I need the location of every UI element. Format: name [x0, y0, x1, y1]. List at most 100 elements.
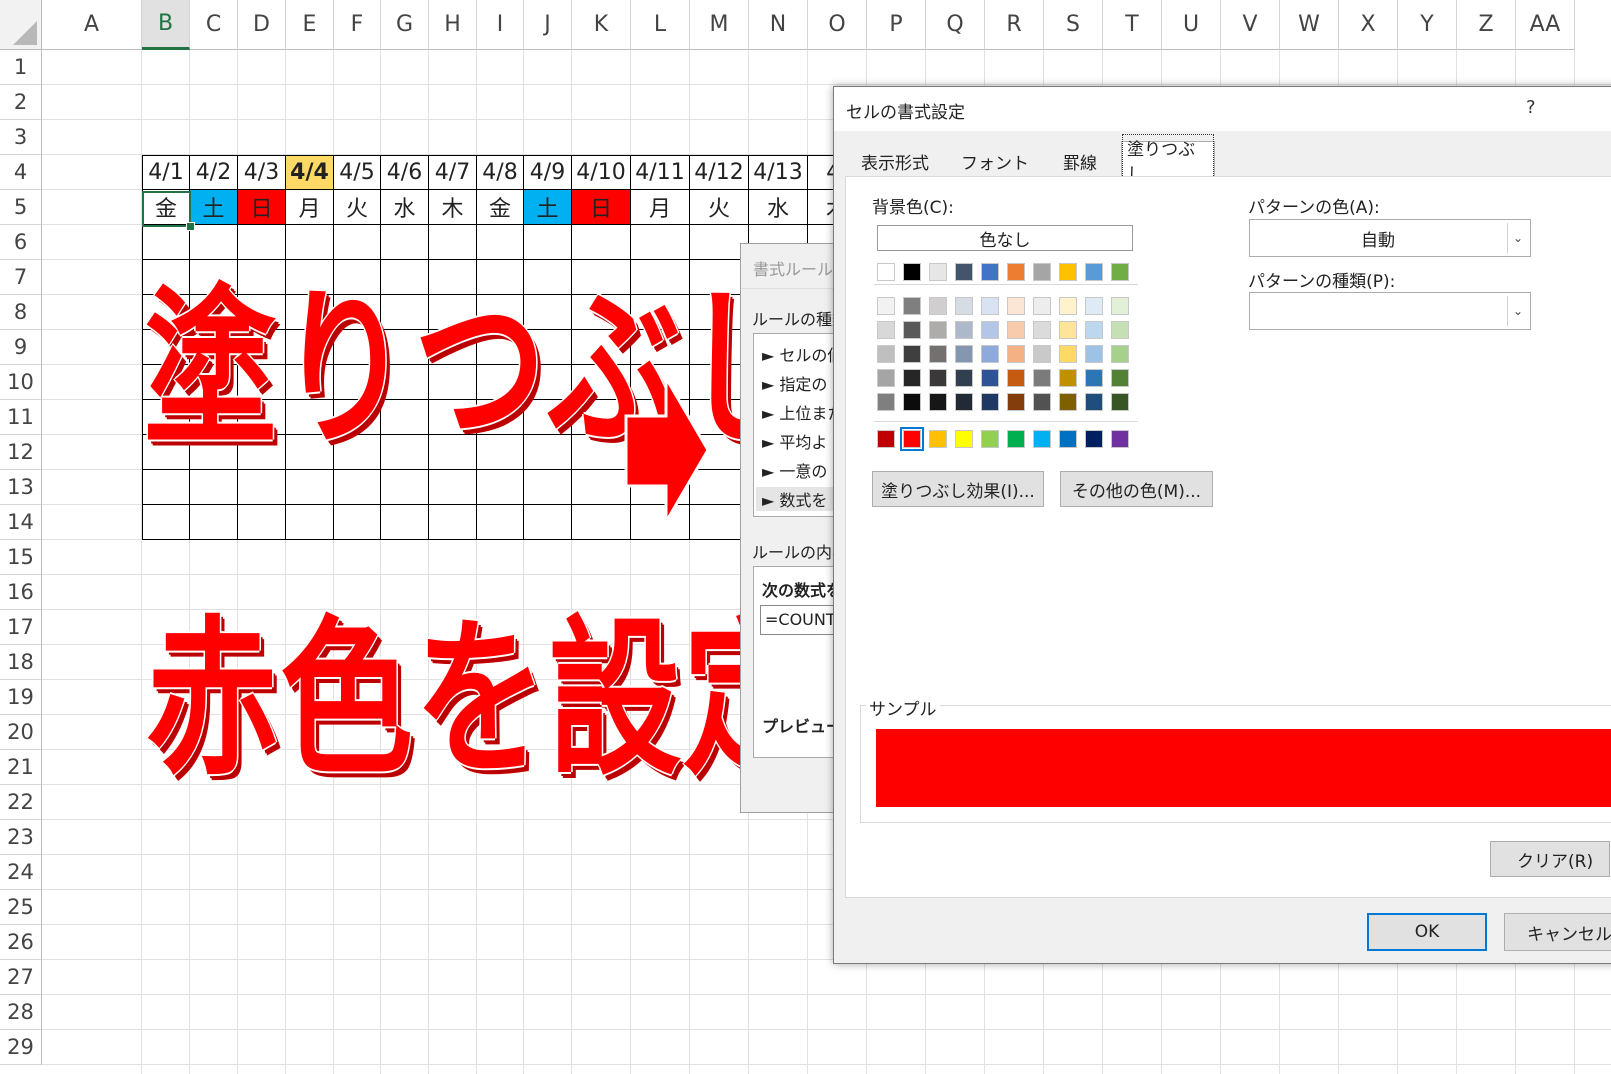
rule-type-item[interactable]: ► 一意の: [762, 458, 827, 482]
schedule-cell[interactable]: [142, 225, 190, 260]
color-swatch[interactable]: [1059, 430, 1077, 448]
date-cell[interactable]: 4/7: [429, 155, 477, 190]
row-header[interactable]: 7: [0, 260, 42, 295]
schedule-cell[interactable]: [524, 470, 572, 505]
color-swatch[interactable]: [955, 263, 973, 281]
clear-button[interactable]: クリア(R): [1490, 841, 1610, 877]
weekday-cell[interactable]: 水: [381, 190, 429, 225]
row-header[interactable]: 1: [0, 50, 42, 85]
row-header[interactable]: 16: [0, 575, 42, 610]
date-cell[interactable]: 4/8: [477, 155, 524, 190]
schedule-cell[interactable]: [334, 470, 381, 505]
row-header[interactable]: 20: [0, 715, 42, 750]
color-swatch[interactable]: [1059, 369, 1077, 387]
row-header[interactable]: 28: [0, 995, 42, 1030]
date-cell[interactable]: 4/10: [572, 155, 631, 190]
color-swatch[interactable]: [1111, 321, 1129, 339]
column-header[interactable]: G: [381, 0, 429, 50]
color-swatch[interactable]: [929, 369, 947, 387]
color-swatch[interactable]: [1033, 297, 1051, 315]
schedule-cell[interactable]: [429, 505, 477, 540]
schedule-cell[interactable]: [381, 505, 429, 540]
schedule-cell[interactable]: [572, 225, 631, 260]
cancel-button[interactable]: キャンセル: [1504, 913, 1611, 951]
schedule-cell[interactable]: [238, 505, 286, 540]
color-swatch[interactable]: [877, 430, 895, 448]
weekday-cell[interactable]: 土: [190, 190, 238, 225]
column-header[interactable]: I: [477, 0, 524, 50]
column-header[interactable]: V: [1221, 0, 1280, 50]
ok-button[interactable]: OK: [1367, 913, 1487, 951]
row-header[interactable]: 14: [0, 505, 42, 540]
row-header[interactable]: 19: [0, 680, 42, 715]
color-swatch[interactable]: [981, 263, 999, 281]
color-swatch[interactable]: [1111, 263, 1129, 281]
weekday-cell[interactable]: 火: [690, 190, 749, 225]
column-header[interactable]: M: [690, 0, 749, 50]
schedule-cell[interactable]: [381, 225, 429, 260]
color-swatch[interactable]: [1007, 369, 1025, 387]
row-header[interactable]: 12: [0, 435, 42, 470]
color-swatch[interactable]: [1059, 321, 1077, 339]
schedule-cell[interactable]: [572, 505, 631, 540]
color-swatch[interactable]: [929, 430, 947, 448]
row-header[interactable]: 22: [0, 785, 42, 820]
tab-border[interactable]: 罫線: [1044, 145, 1116, 177]
row-header[interactable]: 26: [0, 925, 42, 960]
date-cell[interactable]: 4/1: [142, 155, 190, 190]
color-swatch[interactable]: [1111, 393, 1129, 411]
color-swatch[interactable]: [1033, 321, 1051, 339]
date-cell[interactable]: 4/3: [238, 155, 286, 190]
schedule-cell[interactable]: [334, 505, 381, 540]
tab-fill[interactable]: 塗りつぶし: [1121, 133, 1215, 186]
column-header[interactable]: X: [1339, 0, 1398, 50]
color-swatch[interactable]: [1085, 393, 1103, 411]
schedule-cell[interactable]: [477, 470, 524, 505]
pattern-type-dropdown[interactable]: ⌄: [1249, 292, 1531, 330]
weekday-cell[interactable]: 日: [572, 190, 631, 225]
color-swatch[interactable]: [1059, 297, 1077, 315]
schedule-cell[interactable]: [381, 470, 429, 505]
color-swatch[interactable]: [1007, 297, 1025, 315]
color-swatch[interactable]: [877, 321, 895, 339]
column-header[interactable]: C: [190, 0, 238, 50]
color-swatch[interactable]: [1085, 263, 1103, 281]
color-swatch[interactable]: [877, 297, 895, 315]
column-header[interactable]: W: [1280, 0, 1339, 50]
date-cell[interactable]: 4/2: [190, 155, 238, 190]
schedule-cell[interactable]: [477, 225, 524, 260]
schedule-cell[interactable]: [238, 225, 286, 260]
column-header[interactable]: T: [1103, 0, 1162, 50]
color-swatch[interactable]: [903, 263, 921, 281]
schedule-cell[interactable]: [190, 505, 238, 540]
date-cell[interactable]: 4/12: [690, 155, 749, 190]
column-header[interactable]: D: [238, 0, 286, 50]
schedule-cell[interactable]: [524, 505, 572, 540]
color-swatch[interactable]: [1111, 430, 1129, 448]
color-swatch[interactable]: [1085, 321, 1103, 339]
schedule-cell[interactable]: [477, 505, 524, 540]
more-colors-button[interactable]: その他の色(M)...: [1060, 471, 1213, 507]
color-swatch[interactable]: [1033, 345, 1051, 363]
color-swatch[interactable]: [981, 369, 999, 387]
color-swatch[interactable]: [955, 393, 973, 411]
color-swatch[interactable]: [1007, 263, 1025, 281]
row-header[interactable]: 4: [0, 155, 42, 190]
row-header[interactable]: 11: [0, 400, 42, 435]
column-header[interactable]: R: [985, 0, 1044, 50]
color-swatch[interactable]: [903, 393, 921, 411]
color-swatch[interactable]: [877, 393, 895, 411]
weekday-cell[interactable]: 土: [524, 190, 572, 225]
column-header[interactable]: J: [524, 0, 572, 50]
select-all-corner[interactable]: [0, 0, 42, 50]
column-header[interactable]: E: [286, 0, 334, 50]
row-header[interactable]: 17: [0, 610, 42, 645]
column-header[interactable]: P: [867, 0, 926, 50]
color-swatch[interactable]: [929, 393, 947, 411]
color-swatch[interactable]: [1085, 369, 1103, 387]
pattern-color-dropdown[interactable]: 自動 ⌄: [1249, 219, 1531, 257]
color-swatch[interactable]: [981, 393, 999, 411]
color-swatch[interactable]: [955, 321, 973, 339]
column-header[interactable]: H: [429, 0, 477, 50]
color-swatch[interactable]: [1111, 369, 1129, 387]
